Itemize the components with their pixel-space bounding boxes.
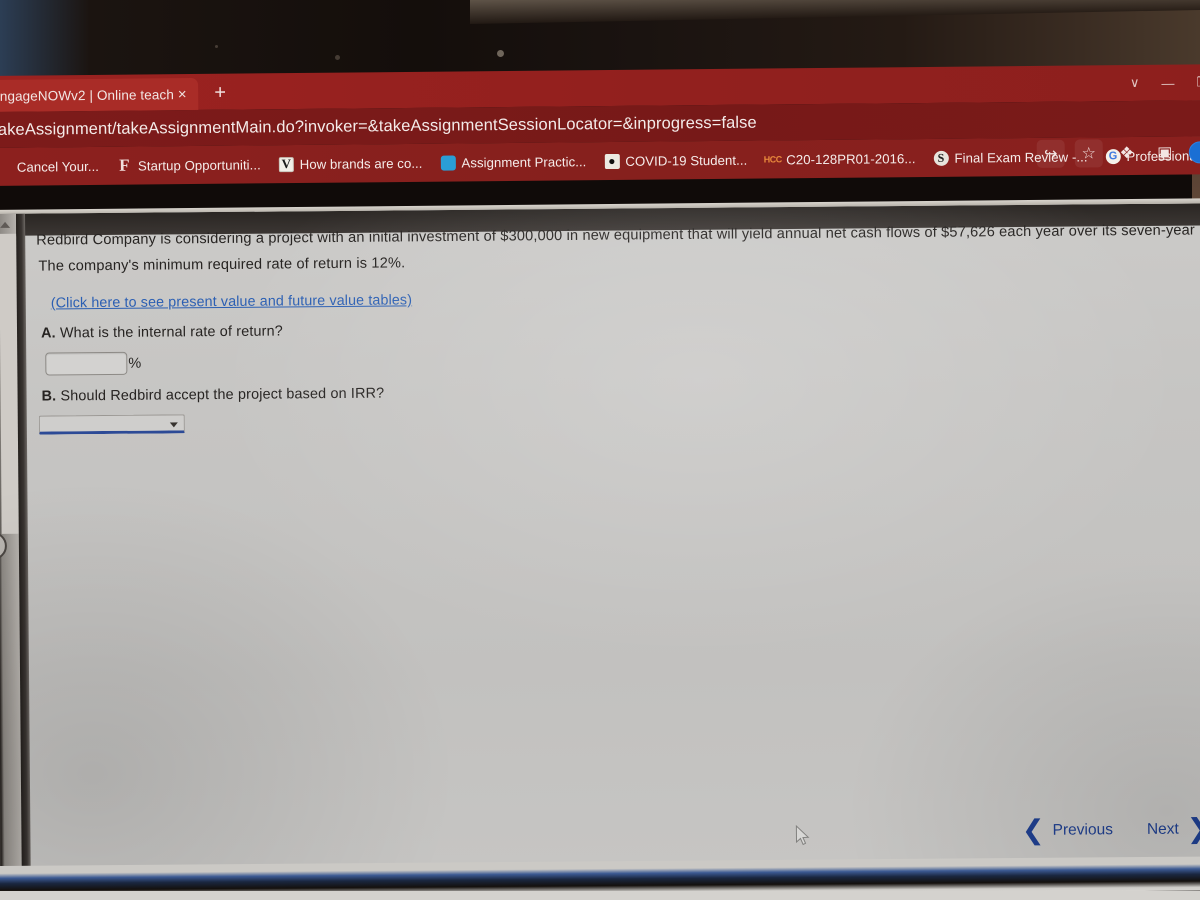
- monitor-photo: engageNOWv2 | Online teachin × + /takeAs…: [0, 0, 1200, 900]
- bookmark-label: C20-128PR01-2016...: [786, 150, 916, 167]
- irr-answer-input[interactable]: [45, 351, 128, 376]
- hcc-icon: HCC: [763, 154, 782, 165]
- scroll-up-arrow-icon[interactable]: [0, 221, 11, 228]
- browser-chrome: engageNOWv2 | Online teachin × + /takeAs…: [0, 64, 1200, 216]
- bookmark-how-brands-are-co[interactable]: V How brands are co...: [270, 150, 432, 178]
- assignment-navigation: ❮ Previous Next ❯: [1021, 813, 1200, 847]
- covid-favicon-icon: ●: [604, 153, 620, 169]
- chevron-down-icon[interactable]: ∨: [1130, 75, 1140, 91]
- bookmark-cancel-your[interactable]: Cancel Your...: [0, 153, 108, 180]
- accept-project-select[interactable]: [38, 414, 185, 435]
- part-a-answer-row: %: [45, 342, 1197, 376]
- share-icon[interactable]: ↪: [1036, 139, 1065, 168]
- part-b-label: B.: [41, 388, 57, 405]
- browser-toolbar-icons: ↪ ☆ ❖ ▣: [1036, 138, 1200, 168]
- browser-tab-active[interactable]: engageNOWv2 | Online teachin ×: [0, 77, 199, 112]
- part-a-question: What is the internal rate of return?: [59, 323, 283, 342]
- next-label: Next: [1146, 820, 1179, 838]
- assignment-content: Redbird Company is considering a project…: [36, 217, 1200, 435]
- generic-favicon-icon: [0, 159, 11, 174]
- vogue-v-icon: V: [278, 156, 294, 172]
- bookmark-label: COVID-19 Student...: [625, 152, 748, 169]
- percent-symbol: %: [128, 355, 142, 372]
- bookmark-assignment-practice[interactable]: Assignment Practic...: [431, 148, 595, 176]
- teal-swirl-icon: [440, 154, 456, 171]
- bookmark-label: Cancel Your...: [16, 158, 100, 175]
- question-part-a: A. What is the internal rate of return?: [41, 315, 1197, 341]
- bookmark-covid-19-student[interactable]: ● COVID-19 Student...: [595, 147, 756, 175]
- profile-avatar[interactable]: [1188, 141, 1200, 164]
- favorite-star-icon[interactable]: ☆: [1074, 139, 1103, 168]
- page-viewport: Redbird Company is considering a project…: [0, 203, 1200, 874]
- mouse-cursor: [795, 824, 810, 846]
- present-value-tables-link[interactable]: (Click here to see present value and fut…: [51, 292, 412, 311]
- desk-surface: [0, 891, 1200, 900]
- extensions-puzzle-icon[interactable]: ❖: [1113, 139, 1141, 167]
- minimize-icon[interactable]: —: [1161, 75, 1174, 90]
- bookmark-label: Assignment Practic...: [461, 153, 587, 170]
- restore-icon[interactable]: ❐: [1196, 74, 1200, 90]
- bookmark-label: Startup Opportuniti...: [137, 156, 261, 174]
- new-tab-button[interactable]: +: [208, 82, 232, 106]
- next-button[interactable]: Next ❯: [1146, 813, 1200, 845]
- window-controls: ∨ — ❐: [1130, 64, 1200, 101]
- study-circle-icon: S: [933, 150, 949, 166]
- url-text: /takeAssignment/takeAssignmentMain.do?in…: [0, 113, 757, 139]
- bookmark-label: How brands are co...: [299, 155, 423, 172]
- bookmark-c20-128pr01-2016[interactable]: HCC C20-128PR01-2016...: [756, 145, 924, 173]
- chevron-right-icon: ❯: [1186, 813, 1200, 845]
- chevron-left-icon: ❮: [1021, 814, 1045, 847]
- collections-icon[interactable]: ▣: [1151, 139, 1179, 167]
- part-a-label: A.: [40, 325, 56, 342]
- question-part-b: B. Should Redbird accept the project bas…: [41, 378, 1198, 405]
- chevron-down-icon: [169, 422, 178, 428]
- part-b-question: Should Redbird accept the project based …: [60, 385, 385, 405]
- previous-label: Previous: [1052, 821, 1113, 839]
- forbes-f-icon: F: [119, 155, 130, 175]
- bookmark-startup-opportunities[interactable]: F Startup Opportuniti...: [108, 151, 270, 179]
- previous-button[interactable]: ❮ Previous: [1021, 814, 1113, 847]
- close-icon[interactable]: ×: [174, 86, 190, 103]
- tab-title: engageNOWv2 | Online teachin: [0, 86, 175, 104]
